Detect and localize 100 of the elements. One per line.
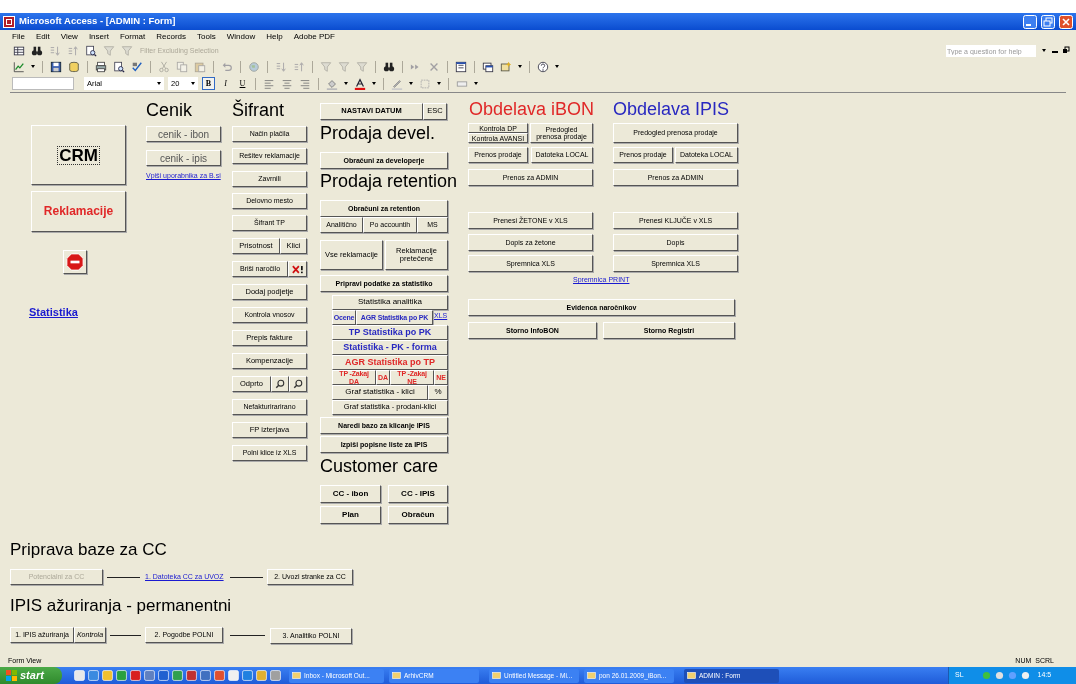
- app-icon[interactable]: [102, 670, 113, 681]
- form-button[interactable]: CRM: [31, 125, 126, 185]
- app-icon[interactable]: [88, 670, 99, 681]
- section-heading: Šifrant: [232, 101, 285, 119]
- section-heading: IPIS ažuriranja - permanentni: [10, 597, 232, 614]
- search-button[interactable]: [289, 376, 307, 392]
- app-icon: [3, 15, 15, 28]
- section-heading: Prodaja devel.: [320, 124, 436, 142]
- window-icon: [492, 671, 501, 680]
- help-icon[interactable]: [536, 60, 550, 73]
- section-heading: Cenik: [146, 101, 193, 119]
- form-button[interactable]: %: [428, 385, 448, 400]
- undo-icon[interactable]: [220, 60, 234, 73]
- app-icon[interactable]: [172, 670, 183, 681]
- delete-button[interactable]: [288, 261, 307, 277]
- section-heading: Obdelava iBON: [469, 100, 595, 118]
- restore-icon[interactable]: [1062, 46, 1070, 54]
- search-icon: [275, 379, 285, 389]
- app-icon[interactable]: [158, 670, 169, 681]
- align-right-icon[interactable]: [298, 77, 312, 90]
- font-color-icon[interactable]: [353, 77, 367, 90]
- app-icon[interactable]: [270, 670, 281, 681]
- datasheet-icon[interactable]: [12, 45, 26, 57]
- menu-item[interactable]: Insert: [88, 31, 109, 43]
- print-preview-icon[interactable]: [112, 60, 126, 73]
- form-button[interactable]: AGR Statistika po TP: [332, 355, 448, 370]
- align-center-icon[interactable]: [280, 77, 294, 90]
- link[interactable]: Statistika: [29, 307, 78, 318]
- connector-line: [230, 635, 265, 636]
- search-button[interactable]: [271, 376, 289, 392]
- section-heading: Priprava baze za CC: [10, 541, 167, 558]
- stop-button[interactable]: [63, 250, 87, 274]
- form-button[interactable]: TP Statistika po PK: [332, 325, 448, 340]
- paste-icon[interactable]: [193, 60, 207, 73]
- app-icon[interactable]: [256, 670, 267, 681]
- database-icon[interactable]: [67, 60, 81, 73]
- save-icon[interactable]: [49, 60, 63, 73]
- window-icon: [292, 671, 301, 680]
- menu-item[interactable]: Format: [119, 31, 146, 43]
- form-button[interactable]: Statistika - PK - forma: [332, 340, 448, 355]
- start-button[interactable]: start: [0, 667, 62, 684]
- menu-item[interactable]: Help: [266, 31, 283, 43]
- window-icon: [687, 671, 696, 680]
- close-icon[interactable]: [1059, 14, 1073, 29]
- form-button[interactable]: cenik - ipis: [146, 150, 221, 166]
- sort-ascending-icon[interactable]: [274, 60, 288, 73]
- window-icon: [587, 671, 596, 680]
- section-heading: Customer care: [320, 457, 439, 475]
- section-heading: Obdelava IPIS: [613, 100, 730, 118]
- delete-icon: [291, 264, 304, 274]
- spellcheck-icon[interactable]: [130, 60, 144, 73]
- properties-icon[interactable]: [454, 60, 468, 73]
- app-icon[interactable]: [74, 670, 85, 681]
- form-button[interactable]: Obračun: [388, 506, 448, 524]
- form-button[interactable]: Graf statistika - klici: [332, 385, 428, 400]
- fill-color-icon[interactable]: [325, 77, 339, 90]
- dropdown-arrow-icon[interactable]: [1040, 46, 1048, 54]
- menu-item[interactable]: Tools: [197, 31, 216, 43]
- app-icon[interactable]: [228, 670, 239, 681]
- form-button[interactable]: CC - ibon: [320, 485, 381, 503]
- app-icon[interactable]: [242, 670, 253, 681]
- form-button[interactable]: Statistika analitika: [332, 295, 448, 310]
- print-icon[interactable]: [94, 60, 108, 73]
- align-left-icon[interactable]: [262, 77, 276, 90]
- line-color-icon[interactable]: [390, 77, 404, 90]
- sort-descending-icon[interactable]: [292, 60, 306, 73]
- filter-icon[interactable]: [319, 60, 333, 73]
- form-button[interactable]: CC - IPIS: [388, 485, 448, 503]
- windows-flag-icon: [6, 670, 17, 681]
- connector-line: [107, 577, 140, 578]
- section-heading: Prodaja retention: [320, 172, 458, 190]
- form-button[interactable]: cenik - ibon: [146, 126, 221, 142]
- format-toggle[interactable]: I: [219, 77, 232, 90]
- app-icon[interactable]: [200, 670, 211, 681]
- chart-icon[interactable]: [12, 60, 26, 73]
- app-icon[interactable]: [144, 670, 155, 681]
- menu-item[interactable]: Records: [156, 31, 187, 43]
- form-button[interactable]: Reklamacije: [31, 191, 126, 232]
- search-icon: [293, 379, 303, 389]
- window-title: Microsoft Access - [ADMIN : Form]: [19, 14, 176, 29]
- app-icon[interactable]: [214, 670, 225, 681]
- print-preview-icon[interactable]: [84, 45, 98, 57]
- menu-item[interactable]: Adobe PDF: [293, 31, 335, 43]
- menu-item[interactable]: View: [60, 31, 78, 43]
- app-icon[interactable]: [130, 670, 141, 681]
- stop-sign-icon: [66, 253, 84, 271]
- binoculars-icon[interactable]: [382, 60, 396, 73]
- app-icon[interactable]: [116, 670, 127, 681]
- cut-icon[interactable]: [157, 60, 171, 73]
- app-icon[interactable]: [186, 670, 197, 681]
- form-button[interactable]: Plan: [320, 506, 381, 524]
- copy-icon[interactable]: [175, 60, 189, 73]
- format-toggle[interactable]: U: [236, 77, 249, 90]
- menu-item[interactable]: Edit: [35, 31, 50, 43]
- binoculars-icon[interactable]: [30, 45, 44, 57]
- menu-item[interactable]: Window: [226, 31, 256, 43]
- format-toggle[interactable]: B: [202, 77, 215, 90]
- window-icon[interactable]: [481, 60, 495, 73]
- connector-line: [110, 635, 141, 636]
- menu-item[interactable]: File: [12, 31, 25, 43]
